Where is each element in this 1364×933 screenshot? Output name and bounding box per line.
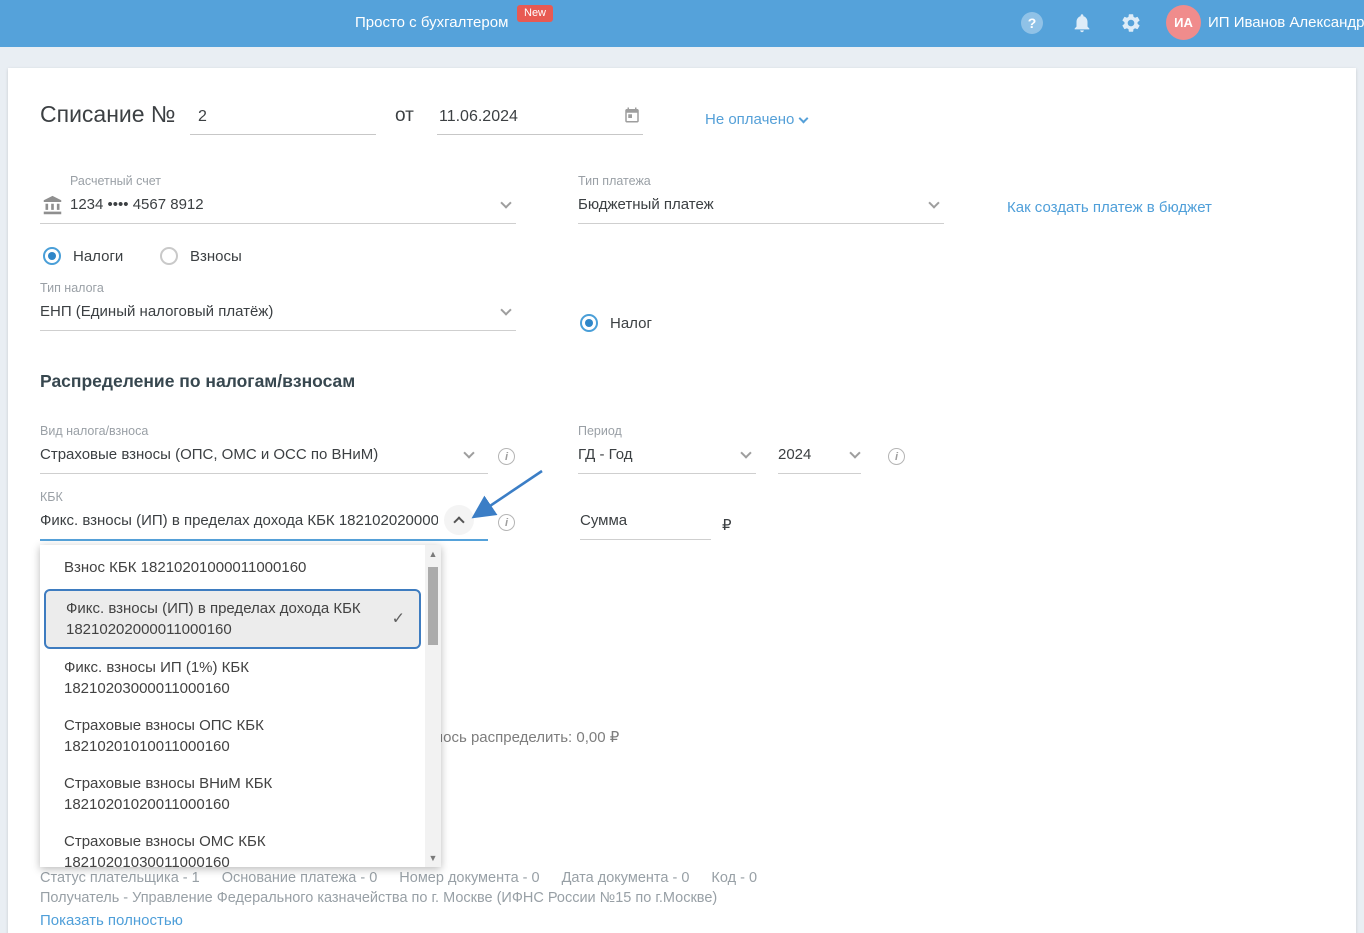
payment-type-label: Тип платежа [578, 174, 651, 188]
chevron-down-icon[interactable] [500, 304, 512, 316]
chevron-down-icon [798, 113, 809, 124]
date-value: 11.06.2024 [439, 108, 518, 125]
question-icon: ? [1021, 12, 1043, 34]
kbk-label: КБК [40, 490, 63, 504]
payer-status: Статус плательщика - 1 [40, 870, 200, 886]
tax-type-select[interactable]: Тип налога ЕНП (Единый налоговый платёж) [40, 280, 516, 331]
tax-kind-select[interactable]: Вид налога/взноса Страховые взносы (ОПС,… [40, 423, 488, 474]
account-label: Расчетный счет [70, 174, 161, 188]
show-more-link[interactable]: Показать полностью [40, 912, 183, 929]
kbk-option[interactable]: Страховые взносы ОПС КБК 182102010100110… [40, 707, 425, 765]
topbar-title[interactable]: Просто с бухгалтером [355, 14, 508, 31]
radio-unselected-icon[interactable] [160, 247, 178, 265]
top-navigation-bar: Просто с бухгалтером New ? ИА ИП Иванов … [0, 0, 1364, 47]
kbk-value: Фикс. взносы (ИП) в пределах дохода КБК … [40, 512, 438, 529]
kbk-option-selected[interactable]: Фикс. взносы (ИП) в пределах дохода КБК … [44, 589, 421, 649]
bell-icon [1074, 14, 1090, 33]
help-button[interactable]: ? [1018, 9, 1046, 37]
notifications-button[interactable] [1068, 9, 1096, 37]
period-select[interactable]: Период ГД - Год [578, 423, 756, 474]
payment-status-dropdown[interactable]: Не оплачено [705, 111, 809, 128]
radio-tax[interactable]: Налог [580, 314, 652, 332]
payment-type-select[interactable]: Тип платежа Бюджетный платеж [578, 173, 944, 224]
tax-kind-label: Вид налога/взноса [40, 424, 149, 438]
amount-placeholder: Сумма [580, 512, 628, 529]
calendar-icon[interactable] [623, 106, 641, 129]
chevron-down-icon[interactable] [500, 197, 512, 209]
scrollbar-thumb[interactable] [428, 567, 438, 645]
user-name[interactable]: ИП Иванов Александр [1208, 14, 1364, 31]
kbk-option[interactable]: Фикс. взносы ИП (1%) КБК 182102030000110… [40, 649, 425, 707]
radio-selected-icon[interactable] [580, 314, 598, 332]
scroll-down-icon[interactable]: ▼ [425, 853, 441, 863]
document-date-info: Дата документа - 0 [561, 870, 690, 886]
radio-taxes-label: Налоги [73, 247, 124, 265]
scroll-up-icon[interactable]: ▲ [425, 549, 441, 559]
document-number-info: Номер документа - 0 [399, 870, 540, 886]
scrollbar[interactable]: ▲ ▼ [425, 545, 441, 867]
info-icon[interactable]: i [498, 448, 515, 465]
radio-contributions-label: Взносы [190, 247, 242, 265]
how-to-create-budget-payment-link[interactable]: Как создать платеж в бюджет [1007, 199, 1212, 216]
year-select[interactable]: 2024 [778, 445, 861, 474]
amount-input[interactable]: Сумма [580, 511, 711, 540]
gear-icon [1122, 14, 1140, 32]
tax-type-label: Тип налога [40, 281, 104, 295]
payment-basis: Основание платежа - 0 [221, 870, 378, 886]
settings-button[interactable] [1117, 9, 1145, 37]
code-info: Код - 0 [711, 870, 758, 886]
kbk-dropdown-list: Взнос КБК 18210201000011000160 Фикс. взн… [40, 545, 441, 867]
info-icon[interactable]: i [498, 514, 515, 531]
date-preposition: от [395, 105, 414, 126]
payment-type-value: Бюджетный платеж [578, 196, 714, 213]
chevron-down-icon[interactable] [463, 447, 475, 459]
chevron-down-icon[interactable] [928, 197, 940, 209]
kbk-option[interactable]: Страховые взносы ВНиМ КБК 18210201020011… [40, 765, 425, 823]
date-input[interactable]: 11.06.2024 [437, 102, 643, 135]
account-value: 1234 •••• 4567 8912 [70, 196, 204, 213]
info-icon[interactable]: i [888, 448, 905, 465]
check-icon: ✓ [391, 610, 405, 628]
recipient-line: Получатель - Управление Федерального каз… [40, 890, 718, 906]
section-title: Распределение по налогам/взносам [40, 371, 356, 391]
tax-type-value: ЕНП (Единый налоговый платёж) [40, 303, 274, 320]
radio-tax-label: Налог [610, 314, 652, 332]
radio-selected-icon[interactable] [43, 247, 61, 265]
radio-contributions[interactable]: Взносы [160, 247, 242, 265]
status-badge: Не оплачено [705, 111, 795, 128]
kbk-select[interactable]: КБК Фикс. взносы (ИП) в пределах дохода … [40, 489, 488, 541]
avatar[interactable]: ИА [1166, 5, 1201, 40]
period-value: ГД - Год [578, 446, 633, 463]
year-value: 2024 [778, 446, 812, 463]
radio-taxes[interactable]: Налоги [43, 247, 123, 265]
period-label: Период [578, 424, 622, 438]
chevron-down-icon[interactable] [849, 447, 861, 459]
currency-symbol: ₽ [722, 517, 732, 534]
kbk-option[interactable]: Взнос КБК 18210201000011000160 [40, 545, 425, 589]
account-select[interactable]: Расчетный счет 1234 •••• 4567 8912 [40, 173, 516, 224]
collapse-dropdown-button[interactable] [444, 505, 474, 535]
chevron-up-icon [453, 516, 465, 528]
payment-details-line: Статус плательщика - 1 Основание платежа… [40, 870, 757, 886]
document-number-input[interactable]: 2 [190, 102, 376, 135]
kbk-option-text: Фикс. взносы (ИП) в пределах дохода КБК … [66, 600, 361, 638]
bank-icon [42, 195, 63, 221]
document-number-value: 2 [198, 108, 207, 125]
app-window: Просто с бухгалтером New ? ИА ИП Иванов … [0, 0, 1364, 933]
document-card: Списание № 2 от 11.06.2024 Не оплачено Р… [8, 68, 1356, 933]
chevron-down-icon[interactable] [740, 447, 752, 459]
new-badge: New [517, 5, 554, 22]
tax-kind-value: Страховые взносы (ОПС, ОМС и ОСС по ВНиМ… [40, 446, 379, 463]
kbk-option[interactable]: Страховые взносы ОМС КБК 182102010300110… [40, 823, 425, 867]
page-title: Списание № [40, 101, 176, 127]
